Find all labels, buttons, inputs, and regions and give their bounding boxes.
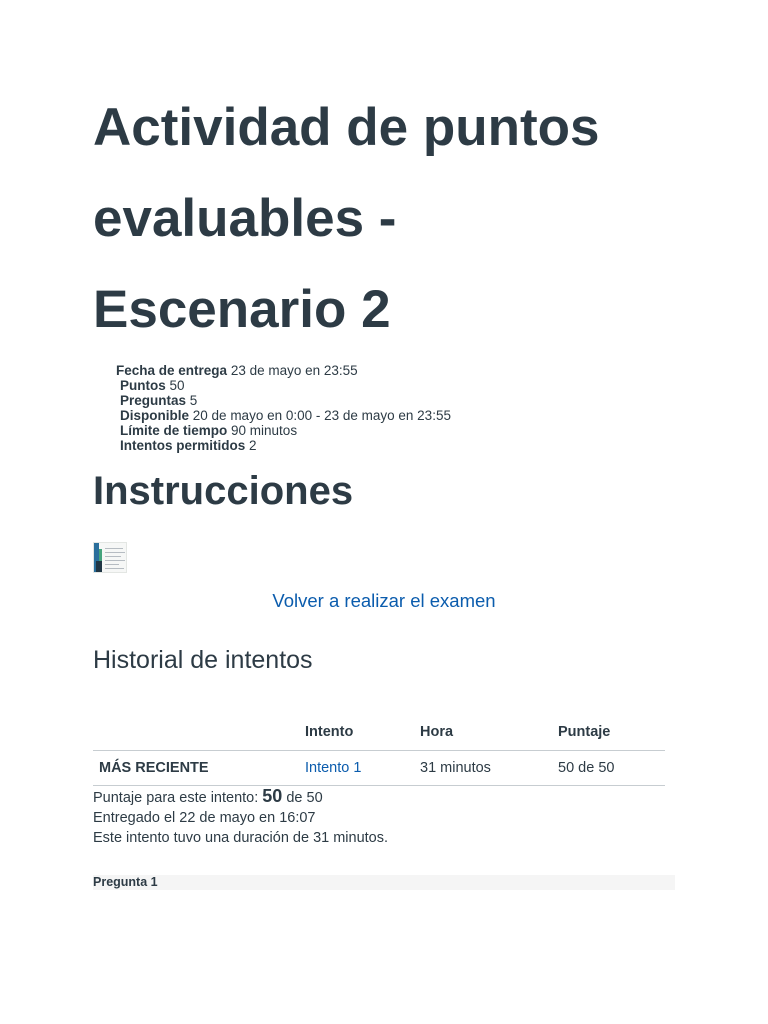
question-header-bar: Pregunta 1 — [93, 875, 675, 890]
attempt-summary: Puntaje para este intento: 50 de 50 Entr… — [93, 786, 388, 848]
duration-line: Este intento tuvo una duración de 31 min… — [93, 830, 389, 846]
attempt-link[interactable]: Intento 1 — [305, 760, 361, 776]
score-value: 50 — [262, 786, 283, 806]
submitted-line: Entregado el 22 de mayo en 16:07 — [93, 810, 316, 826]
page-title: Actividad de puntos evaluables - Escenar… — [93, 82, 713, 355]
detail-time-limit: Límite de tiempo 90 minutos — [116, 423, 451, 438]
detail-label: Límite de tiempo — [120, 423, 228, 438]
attempt-cell: Intento 1 — [299, 750, 414, 786]
table-header-row: Intento Hora Puntaje — [93, 713, 665, 751]
detail-value: 23 de mayo en 23:55 — [230, 363, 358, 378]
page-title-line-2: evaluables - — [93, 189, 397, 248]
most-recent-label: MÁS RECIENTE — [93, 750, 299, 786]
page-title-line-1: Actividad de puntos — [93, 98, 600, 157]
assignment-details: Fecha de entrega 23 de mayo en 23:55 Pun… — [116, 363, 451, 453]
detail-available: Disponible 20 de mayo en 0:00 - 23 de ma… — [116, 408, 451, 423]
detail-due-date: Fecha de entrega 23 de mayo en 23:55 — [116, 363, 451, 378]
attempt-history-heading: Historial de intentos — [93, 646, 313, 674]
detail-label: Intentos permitidos — [120, 438, 246, 453]
header-time: Hora — [414, 713, 552, 751]
detail-points: Puntos 50 — [116, 378, 451, 393]
detail-label: Puntos — [120, 378, 166, 393]
question-title: Pregunta 1 — [93, 875, 158, 889]
retake-quiz-link[interactable]: Volver a realizar el examen — [0, 590, 768, 612]
detail-label: Preguntas — [120, 393, 187, 408]
attempt-score-line: Puntaje para este intento: 50 de 50 — [93, 786, 388, 808]
page-title-line-3: Escenario 2 — [93, 280, 391, 339]
time-cell: 31 minutos — [414, 750, 552, 786]
score-prefix: Puntaje para este intento: — [93, 790, 259, 806]
score-suffix: de 50 — [286, 790, 323, 806]
detail-label: Disponible — [120, 408, 190, 423]
detail-value: 2 — [249, 438, 257, 453]
detail-value: 50 — [169, 378, 185, 393]
header-attempt: Intento — [299, 713, 414, 751]
header-empty — [93, 713, 299, 751]
detail-value: 20 de mayo en 0:00 - 23 de mayo en 23:55 — [192, 408, 451, 423]
table-row: MÁS RECIENTE Intento 1 31 minutos 50 de … — [93, 750, 665, 786]
document-thumbnail-icon[interactable] — [93, 542, 127, 573]
score-cell: 50 de 50 — [552, 750, 665, 786]
detail-allowed-attempts: Intentos permitidos 2 — [116, 438, 451, 453]
attempt-history-table: Intento Hora Puntaje MÁS RECIENTE Intent… — [93, 713, 665, 786]
detail-value: 5 — [189, 393, 198, 408]
detail-value: 90 minutos — [231, 423, 298, 438]
detail-questions: Preguntas 5 — [116, 393, 451, 408]
instructions-heading: Instrucciones — [93, 469, 354, 513]
detail-label: Fecha de entrega — [116, 363, 228, 378]
header-score: Puntaje — [552, 713, 665, 751]
